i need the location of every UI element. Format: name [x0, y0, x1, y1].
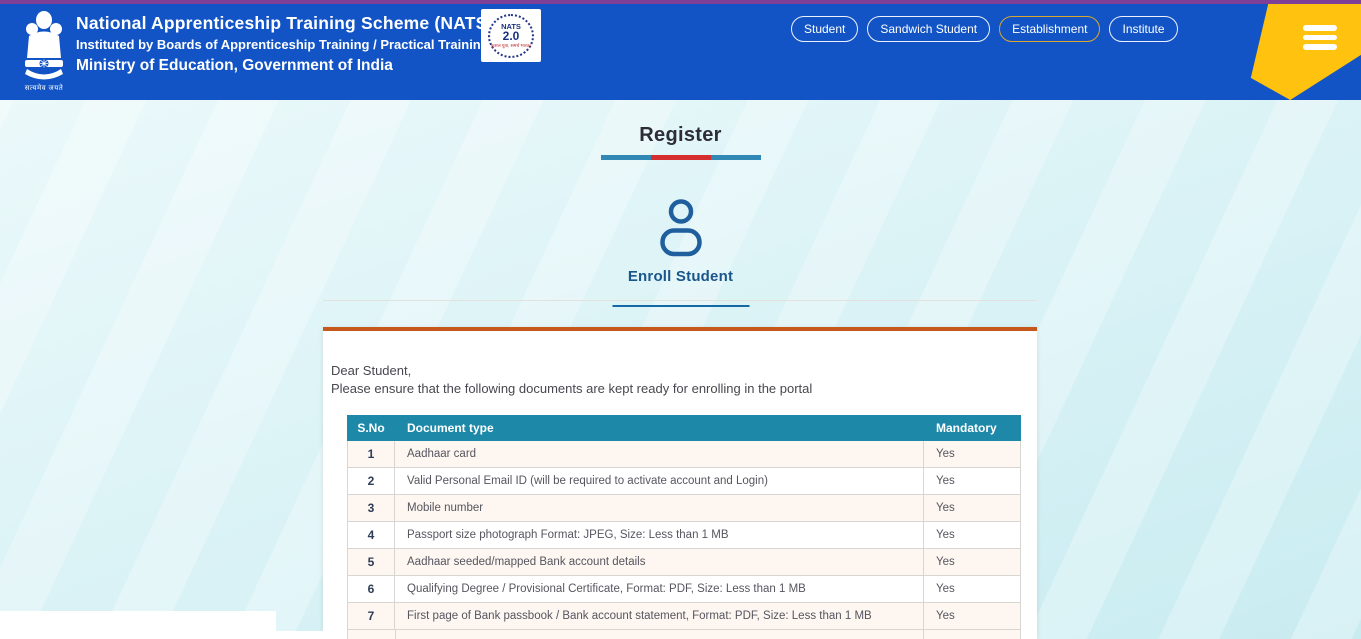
cell-mandatory: Yes	[924, 576, 1021, 603]
table-row: 1 Aadhaar card Yes	[348, 441, 1021, 468]
brand-block: National Apprenticeship Training Scheme …	[76, 13, 494, 75]
table-row: 4 Passport size photograph Format: JPEG,…	[348, 522, 1021, 549]
cell-sno: 6	[348, 576, 395, 603]
table-row: 6 Qualifying Degree / Provisional Certif…	[348, 576, 1021, 603]
header-sno: S.No	[348, 416, 395, 441]
bottom-left-panel-edge	[0, 631, 325, 639]
cell-mandatory: Yes	[924, 549, 1021, 576]
nav-sandwich-student[interactable]: Sandwich Student	[867, 16, 990, 42]
tab-bar-divider	[323, 300, 1037, 301]
documents-card: Dear Student, Please ensure that the fol…	[323, 327, 1037, 639]
site-subtitle: Instituted by Boards of Apprenticeship T…	[76, 37, 494, 52]
table-row: 2 Valid Personal Email ID (will be requi…	[348, 468, 1021, 495]
page-background: सत्यमेव जयते National Apprenticeship Tra…	[0, 0, 1361, 639]
greeting-line: Dear Student,	[331, 362, 1029, 380]
emblem-caption: सत्यमेव जयते	[12, 84, 76, 93]
ministry-line: Ministry of Education, Government of Ind…	[76, 57, 494, 75]
cell-mandatory: Yes	[924, 468, 1021, 495]
cell-sno: 1	[348, 441, 395, 468]
instruction-line: Please ensure that the following documen…	[331, 380, 1029, 398]
nats-logo-tagline: कुशल युवा, समर्थ भारत।	[491, 44, 531, 49]
header-nav: Student Sandwich Student Establishment I…	[791, 16, 1178, 42]
title-underline	[601, 155, 761, 160]
table-row: 7 First page of Bank passbook / Bank acc…	[348, 603, 1021, 630]
site-header: सत्यमेव जयते National Apprenticeship Tra…	[0, 0, 1361, 100]
cell-mandatory: Yes	[924, 522, 1021, 549]
nav-establishment[interactable]: Establishment	[999, 16, 1100, 42]
site-title: National Apprenticeship Training Scheme …	[76, 13, 494, 34]
nats-2-logo: NATS 2.0 कुशल युवा, समर्थ भारत।	[481, 9, 541, 62]
documents-table: S.No Document type Mandatory 1 Aadhaar c…	[347, 415, 1021, 630]
table-row: 5 Aadhaar seeded/mapped Bank account det…	[348, 549, 1021, 576]
tab-enroll-student-label: Enroll Student	[581, 268, 781, 285]
nats-logo-gear-ring: NATS 2.0 कुशल युवा, समर्थ भारत।	[488, 14, 534, 58]
header-mandatory: Mandatory	[924, 416, 1021, 441]
cell-document-type: Aadhaar card	[395, 441, 924, 468]
cell-mandatory: Yes	[924, 441, 1021, 468]
cell-sno: 3	[348, 495, 395, 522]
cell-document-type: Valid Personal Email ID (will be require…	[395, 468, 924, 495]
active-tab-indicator	[612, 305, 749, 307]
table-header-row: S.No Document type Mandatory	[348, 416, 1021, 441]
cell-mandatory: Yes	[924, 495, 1021, 522]
cell-sno: 2	[348, 468, 395, 495]
cell-document-type: First page of Bank passbook / Bank accou…	[395, 603, 924, 630]
nats-logo-version: 2.0	[503, 30, 520, 42]
hamburger-menu-icon[interactable]	[1303, 25, 1337, 54]
india-emblem-icon	[20, 10, 68, 82]
cell-sno: 4	[348, 522, 395, 549]
top-accent-strip	[0, 0, 1361, 4]
cell-mandatory: Yes	[924, 603, 1021, 630]
tab-enroll-student[interactable]: Enroll Student	[581, 190, 781, 285]
cell-sno: 5	[348, 549, 395, 576]
cell-sno: 7	[348, 603, 395, 630]
cell-document-type: Aadhaar seeded/mapped Bank account detai…	[395, 549, 924, 576]
header-document-type: Document type	[395, 416, 924, 441]
page-title: Register	[0, 124, 1361, 147]
nav-institute[interactable]: Institute	[1109, 16, 1177, 42]
cell-document-type: Qualifying Degree / Provisional Certific…	[395, 576, 924, 603]
cell-document-type: Mobile number	[395, 495, 924, 522]
person-icon	[657, 198, 705, 258]
corner-accent-shape	[1245, 4, 1361, 100]
nav-student[interactable]: Student	[791, 16, 858, 42]
table-row: 3 Mobile number Yes	[348, 495, 1021, 522]
cell-document-type: Passport size photograph Format: JPEG, S…	[395, 522, 924, 549]
partial-next-row	[347, 630, 1021, 639]
